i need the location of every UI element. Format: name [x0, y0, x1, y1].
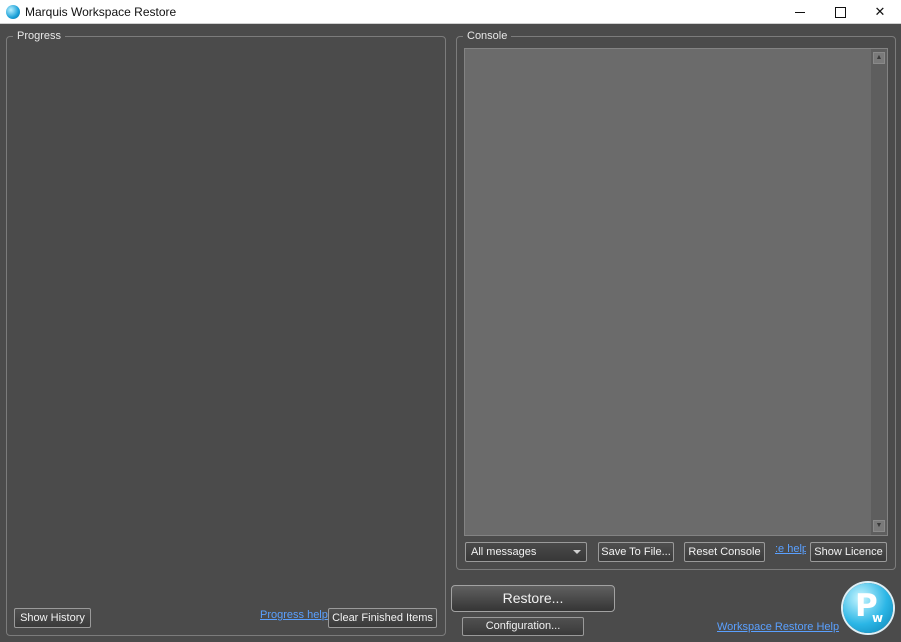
- progress-help-link[interactable]: Progress help: [260, 609, 328, 621]
- console-scrollbar[interactable]: ▲ ▼: [871, 49, 887, 535]
- app-icon: [6, 5, 20, 19]
- progress-panel-title: Progress: [13, 29, 66, 43]
- configuration-button[interactable]: Configuration...: [462, 617, 584, 636]
- logo-letter-w: w: [872, 611, 884, 625]
- show-history-button[interactable]: Show History: [14, 608, 91, 628]
- minimize-icon: [795, 12, 805, 14]
- chevron-down-icon: [573, 550, 581, 554]
- clear-finished-items-button[interactable]: Clear Finished Items: [328, 608, 437, 628]
- console-panel-title: Console: [463, 29, 512, 43]
- show-licence-button[interactable]: Show Licence: [810, 542, 887, 562]
- console-output[interactable]: [464, 48, 888, 536]
- close-icon: ✕: [874, 4, 886, 19]
- scroll-down-icon[interactable]: ▼: [873, 520, 885, 532]
- scroll-up-icon[interactable]: ▲: [873, 52, 885, 64]
- message-filter-select[interactable]: All messages: [465, 542, 587, 562]
- restore-button[interactable]: Restore...: [451, 585, 615, 612]
- title-bar: Marquis Workspace Restore ✕: [0, 0, 901, 24]
- progress-panel: Progress: [6, 29, 446, 636]
- console-help-link[interactable]: :e help: [775, 543, 806, 555]
- message-filter-value: All messages: [471, 546, 537, 558]
- workspace-logo: P w: [843, 583, 893, 633]
- maximize-icon: [834, 7, 846, 19]
- window-title: Marquis Workspace Restore: [25, 5, 177, 19]
- workspace-restore-help-link[interactable]: Workspace Restore Help: [717, 621, 839, 633]
- minimize-button[interactable]: [779, 0, 821, 24]
- maximize-button[interactable]: [819, 0, 861, 24]
- reset-console-button[interactable]: Reset Console: [684, 542, 765, 562]
- save-to-file-button[interactable]: Save To File...: [598, 542, 674, 562]
- close-button[interactable]: ✕: [859, 0, 901, 24]
